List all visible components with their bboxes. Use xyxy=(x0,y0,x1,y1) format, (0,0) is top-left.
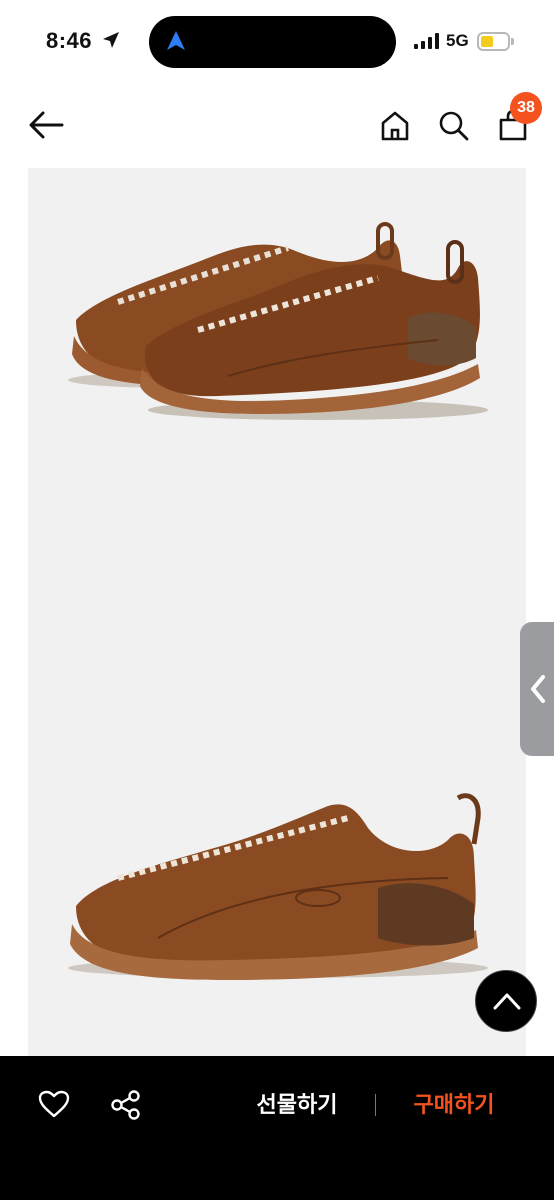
navigation-app-icon xyxy=(167,31,185,50)
location-arrow-icon xyxy=(103,32,119,48)
arrow-left-icon[interactable] xyxy=(28,110,64,140)
network-type: 5G xyxy=(446,31,469,50)
side-drawer-tab[interactable] xyxy=(520,622,554,756)
bottom-action-bar: 선물하기 구매하기 xyxy=(0,1056,554,1200)
signal-icon xyxy=(414,33,439,49)
home-icon[interactable] xyxy=(380,110,410,142)
chevron-up-icon xyxy=(493,993,521,1010)
shoe-side-image xyxy=(68,793,488,980)
product-image-gallery[interactable] xyxy=(28,168,526,1056)
status-time: 8:46 xyxy=(46,28,93,53)
share-icon[interactable] xyxy=(110,1090,142,1120)
battery-icon xyxy=(477,32,510,51)
battery-tip xyxy=(511,38,514,45)
buy-button[interactable]: 구매하기 xyxy=(389,1088,519,1124)
heart-icon[interactable] xyxy=(38,1090,70,1118)
scroll-to-top-button[interactable] xyxy=(475,970,537,1032)
shoe-pair-image xyxy=(68,222,488,420)
chevron-left-icon xyxy=(531,675,545,703)
status-bar: 8:46 5G xyxy=(0,0,554,84)
button-divider xyxy=(375,1094,376,1116)
cart-count-badge: 38 xyxy=(510,92,542,124)
search-icon[interactable] xyxy=(438,110,470,142)
gift-button[interactable]: 선물하기 xyxy=(232,1088,362,1124)
